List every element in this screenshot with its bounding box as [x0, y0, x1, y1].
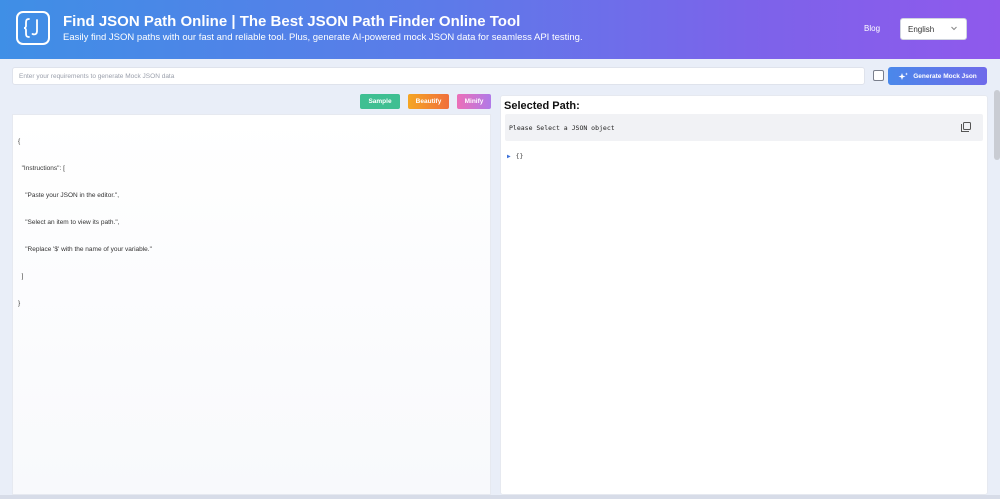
sparkle-icon — [898, 72, 909, 80]
json-braces-icon[interactable] — [16, 11, 50, 45]
beautify-button[interactable]: Beautify — [408, 94, 449, 109]
json-editor-panel[interactable]: { "Instructions": [ "Paste your JSON in … — [12, 114, 491, 495]
mock-option-checkbox[interactable] — [873, 70, 884, 81]
selected-path-panel — [500, 95, 988, 495]
editor-line: "Paste your JSON in the editor.", — [18, 192, 120, 199]
editor-line: ] — [18, 273, 24, 280]
editor-line: "Replace '$' with the name of your varia… — [18, 246, 152, 253]
selected-path-box: Please Select a JSON object — [505, 114, 983, 141]
mock-requirements-input[interactable] — [12, 67, 865, 85]
page-bottom-edge — [0, 495, 1000, 499]
json-tree-root[interactable]: ▶ {} — [507, 152, 523, 160]
editor-line: } — [18, 300, 21, 307]
blog-link[interactable]: Blog — [864, 24, 880, 33]
copy-icon[interactable] — [960, 121, 972, 133]
selected-path-value: Please Select a JSON object — [509, 124, 615, 132]
generate-mock-json-label: Generate Mock Json — [913, 72, 977, 80]
editor-line: "Instructions": [ — [18, 165, 65, 172]
selected-path-title: Selected Path: — [504, 100, 580, 112]
minify-button[interactable]: Minify — [457, 94, 491, 109]
language-selected-value: English — [908, 24, 935, 34]
language-select[interactable]: English — [900, 18, 967, 40]
page-title: Find JSON Path Online | The Best JSON Pa… — [63, 13, 521, 30]
app-header: Find JSON Path Online | The Best JSON Pa… — [0, 0, 1000, 59]
sample-button[interactable]: Sample — [360, 94, 400, 109]
page-scrollbar[interactable] — [994, 90, 1000, 160]
page-subtitle: Easily find JSON paths with our fast and… — [63, 32, 583, 43]
json-tree-root-label: {} — [515, 152, 524, 160]
editor-line: "Select an item to view its path.", — [18, 219, 120, 226]
caret-right-icon: ▶ — [507, 152, 511, 160]
generate-mock-json-button[interactable]: Generate Mock Json — [888, 67, 987, 85]
chevron-down-icon — [951, 26, 957, 31]
editor-line: { — [18, 138, 21, 145]
json-editor[interactable]: { "Instructions": [ "Paste your JSON in … — [18, 119, 486, 326]
